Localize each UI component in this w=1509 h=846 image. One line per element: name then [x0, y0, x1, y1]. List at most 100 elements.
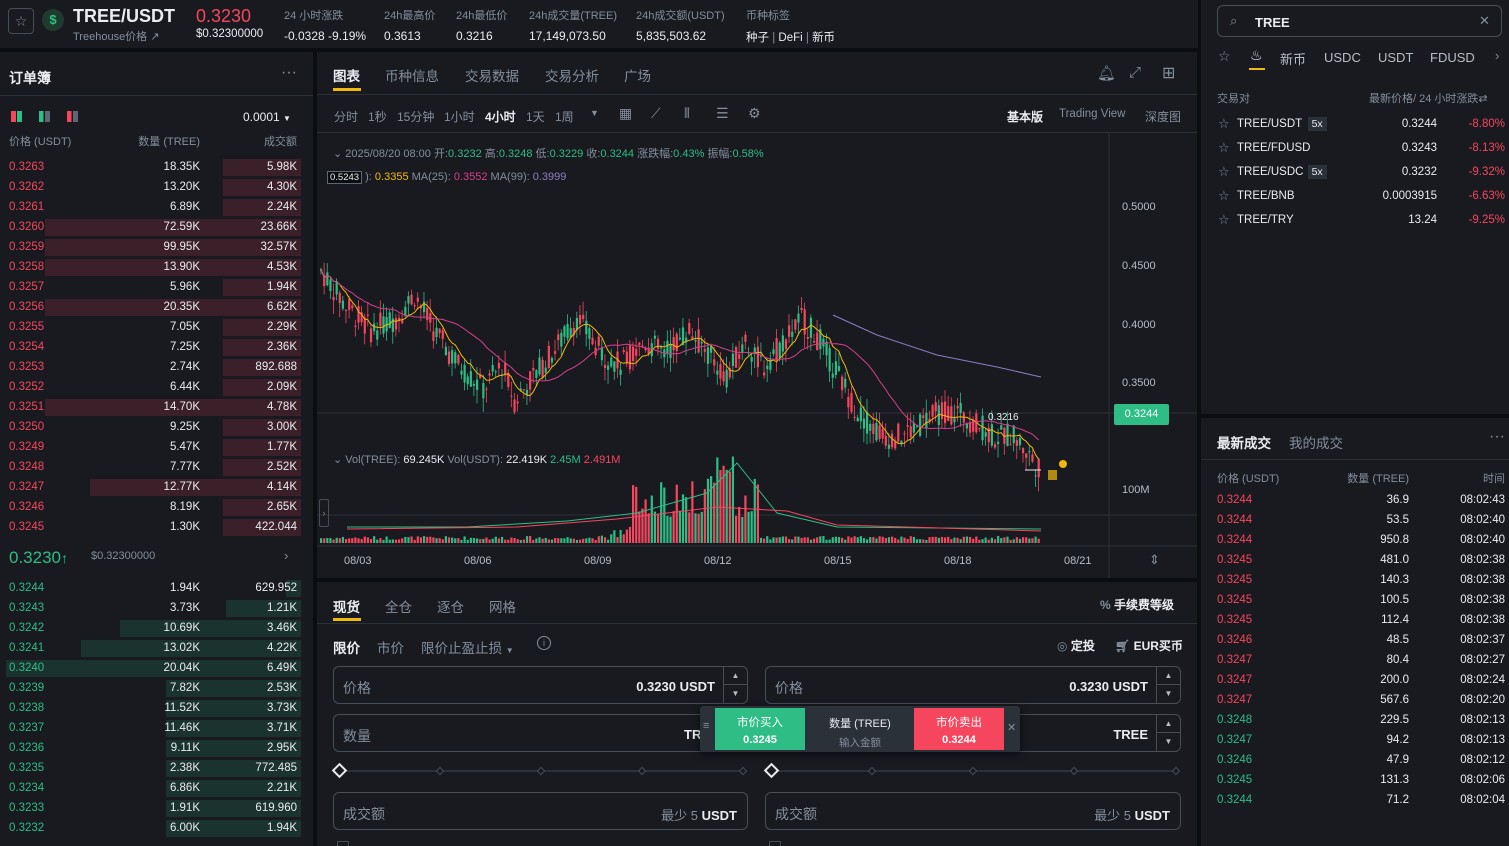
- settings-gear-icon[interactable]: ⚙: [748, 105, 761, 122]
- ask-row[interactable]: 0.3250 9.25K 3.00K: [0, 417, 313, 437]
- eur-buy-link[interactable]: 🛒︎ EUR买币: [1115, 637, 1183, 654]
- favorite-star-icon[interactable]: ☆: [1218, 116, 1230, 132]
- ask-row[interactable]: 0.3254 7.25K 2.36K: [0, 337, 313, 357]
- bid-row[interactable]: 0.3239 7.82K 2.53K: [0, 678, 313, 698]
- scale-reset-icon[interactable]: ⇕: [1149, 552, 1160, 568]
- slider-mark[interactable]: [637, 766, 647, 776]
- ask-row[interactable]: 0.3260 72.59K 23.66K: [0, 217, 313, 237]
- slider-mark[interactable]: [968, 766, 978, 776]
- favorite-star-icon[interactable]: ☆: [1218, 188, 1230, 204]
- ask-row[interactable]: 0.3251 14.70K 4.78K: [0, 397, 313, 417]
- checkbox[interactable]: [769, 841, 781, 846]
- dca-link[interactable]: ◎ 定投: [1057, 637, 1095, 654]
- tf-15m[interactable]: 15分钟: [397, 108, 434, 125]
- tag-seed[interactable]: 种子: [746, 32, 769, 44]
- sell-slider[interactable]: [763, 762, 1181, 779]
- ask-row[interactable]: 0.3259 99.95K 32.57K: [0, 237, 313, 257]
- candlestick-chart[interactable]: [317, 133, 1197, 578]
- drag-handle-icon[interactable]: ≡: [703, 720, 709, 732]
- caret-down-icon[interactable]: ▼: [1157, 685, 1180, 703]
- tab-chart[interactable]: 图表: [333, 65, 360, 85]
- ask-row[interactable]: 0.3252 6.44K 2.09K: [0, 377, 313, 397]
- ask-row[interactable]: 0.3257 5.96K 1.94K: [0, 277, 313, 297]
- alert-marker-icon[interactable]: [1048, 470, 1057, 480]
- mid-price[interactable]: 0.3230↑: [9, 548, 68, 568]
- tag-new[interactable]: 新币: [812, 32, 835, 44]
- tf-1s[interactable]: 1秒: [368, 108, 387, 125]
- checkbox[interactable]: [337, 841, 349, 846]
- tab-token-info[interactable]: 币种信息: [385, 65, 439, 85]
- candle-type-icon[interactable]: ⫴: [684, 105, 690, 122]
- vol-collapse-icon[interactable]: ⌄: [333, 454, 345, 466]
- caret-down-icon[interactable]: ▼: [1157, 733, 1180, 751]
- more-icon[interactable]: ···: [281, 64, 297, 82]
- slider-handle[interactable]: [331, 762, 348, 779]
- tab-isolated[interactable]: 逐仓: [437, 596, 464, 616]
- view-tradingview[interactable]: Trading View: [1059, 108, 1125, 120]
- slider-mark[interactable]: [867, 766, 877, 776]
- ask-row[interactable]: 0.3248 7.77K 2.52K: [0, 457, 313, 477]
- tab-usdt[interactable]: USDT: [1378, 50, 1413, 65]
- bid-row[interactable]: 0.3240 20.04K 6.49K: [0, 658, 313, 678]
- clear-icon[interactable]: ✕: [1479, 13, 1490, 29]
- bid-row[interactable]: 0.3232 6.00K 1.94K: [0, 818, 313, 838]
- tick-size-select[interactable]: 0.0001 ▼: [243, 110, 291, 124]
- sell-total-input[interactable]: 成交额 最少 5 USDT: [765, 792, 1181, 830]
- ask-row[interactable]: 0.3261 6.89K 2.24K: [0, 197, 313, 217]
- bid-row[interactable]: 0.3237 11.46K 3.71K: [0, 718, 313, 738]
- tab-favorites-icon[interactable]: ☆: [1218, 48, 1231, 65]
- sell-price-input[interactable]: 价格 0.3230 USDT ▲ ▼: [765, 666, 1181, 704]
- view-bids-icon[interactable]: [39, 111, 50, 122]
- tab-market-trades[interactable]: 最新成交: [1217, 432, 1271, 452]
- buy-slider[interactable]: [331, 762, 748, 779]
- pair-row[interactable]: ☆ TREE/USDT 5x 0.3244 -8.80%: [1201, 114, 1509, 134]
- tf-line[interactable]: 分时: [334, 108, 358, 125]
- buy-total-input[interactable]: 成交额 最少 5 USDT: [333, 792, 748, 830]
- sell-qty-stepper[interactable]: ▲ ▼: [1156, 715, 1180, 751]
- tf-1h[interactable]: 1小时: [444, 108, 475, 125]
- tag-defi[interactable]: DeFi: [778, 32, 802, 44]
- tab-trade-data[interactable]: 交易数据: [465, 65, 519, 85]
- settings-lines-icon[interactable]: ☰: [716, 105, 729, 122]
- tf-4h[interactable]: 4小时: [485, 108, 516, 125]
- market-qty-input[interactable]: 数量 (TREE) 输入金额: [808, 708, 912, 750]
- buy-price-input[interactable]: 价格 0.3230 USDT ▲ ▼: [333, 666, 748, 704]
- order-type-market[interactable]: 市价: [377, 637, 404, 657]
- bid-row[interactable]: 0.3241 13.02K 4.22K: [0, 638, 313, 658]
- order-type-limit[interactable]: 限价: [333, 637, 360, 657]
- pairs-header-price[interactable]: 最新价格/ 24 小时涨跌⇄: [1369, 90, 1488, 106]
- bell-icon[interactable]: 🔔︎: [1097, 64, 1116, 82]
- view-depth[interactable]: 深度图: [1145, 108, 1181, 125]
- favorite-star-icon[interactable]: ☆: [1218, 164, 1230, 180]
- tf-more-chevron-icon[interactable]: ▼: [590, 108, 599, 118]
- tab-usdc[interactable]: USDC: [1324, 50, 1361, 65]
- tab-square[interactable]: 广场: [624, 65, 651, 85]
- tab-trade-analysis[interactable]: 交易分析: [545, 65, 599, 85]
- caret-up-icon[interactable]: ▲: [1157, 715, 1180, 733]
- bid-row[interactable]: 0.3233 1.91K 619.960: [0, 798, 313, 818]
- close-icon[interactable]: ✕: [1007, 721, 1016, 734]
- slider-handle[interactable]: [763, 762, 780, 779]
- caret-up-icon[interactable]: ▲: [1157, 667, 1180, 685]
- layout-grid-icon[interactable]: ⊞: [1162, 63, 1175, 83]
- info-icon[interactable]: i: [537, 636, 551, 650]
- slider-mark[interactable]: [435, 766, 445, 776]
- tab-fdusd[interactable]: FDUSD: [1430, 50, 1475, 65]
- bid-row[interactable]: 0.3244 1.94K 629.952: [0, 578, 313, 598]
- ask-row[interactable]: 0.3255 7.05K 2.29K: [0, 317, 313, 337]
- bid-row[interactable]: 0.3236 9.11K 2.95K: [0, 738, 313, 758]
- caret-up-icon[interactable]: ▲: [724, 667, 747, 685]
- ask-row[interactable]: 0.3249 5.47K 1.77K: [0, 437, 313, 457]
- ask-row[interactable]: 0.3245 1.30K 422.044: [0, 517, 313, 537]
- ask-row[interactable]: 0.3246 8.19K 2.65K: [0, 497, 313, 517]
- ask-row[interactable]: 0.3253 2.74K 892.688: [0, 357, 313, 377]
- calendar-icon[interactable]: ▦: [619, 105, 632, 122]
- slider-mark[interactable]: [738, 766, 748, 776]
- slider-mark[interactable]: [1069, 766, 1079, 776]
- buy-qty-input[interactable]: 数量 TR: [333, 714, 748, 752]
- view-both-icon[interactable]: [11, 111, 22, 122]
- view-asks-icon[interactable]: [67, 111, 78, 122]
- pair-row[interactable]: ☆ TREE/FDUSD 0.3243 -8.13%: [1201, 138, 1509, 158]
- symbol-title[interactable]: TREE/USDT: [73, 6, 175, 27]
- fee-level-link[interactable]: % 手续费等级: [1100, 596, 1174, 613]
